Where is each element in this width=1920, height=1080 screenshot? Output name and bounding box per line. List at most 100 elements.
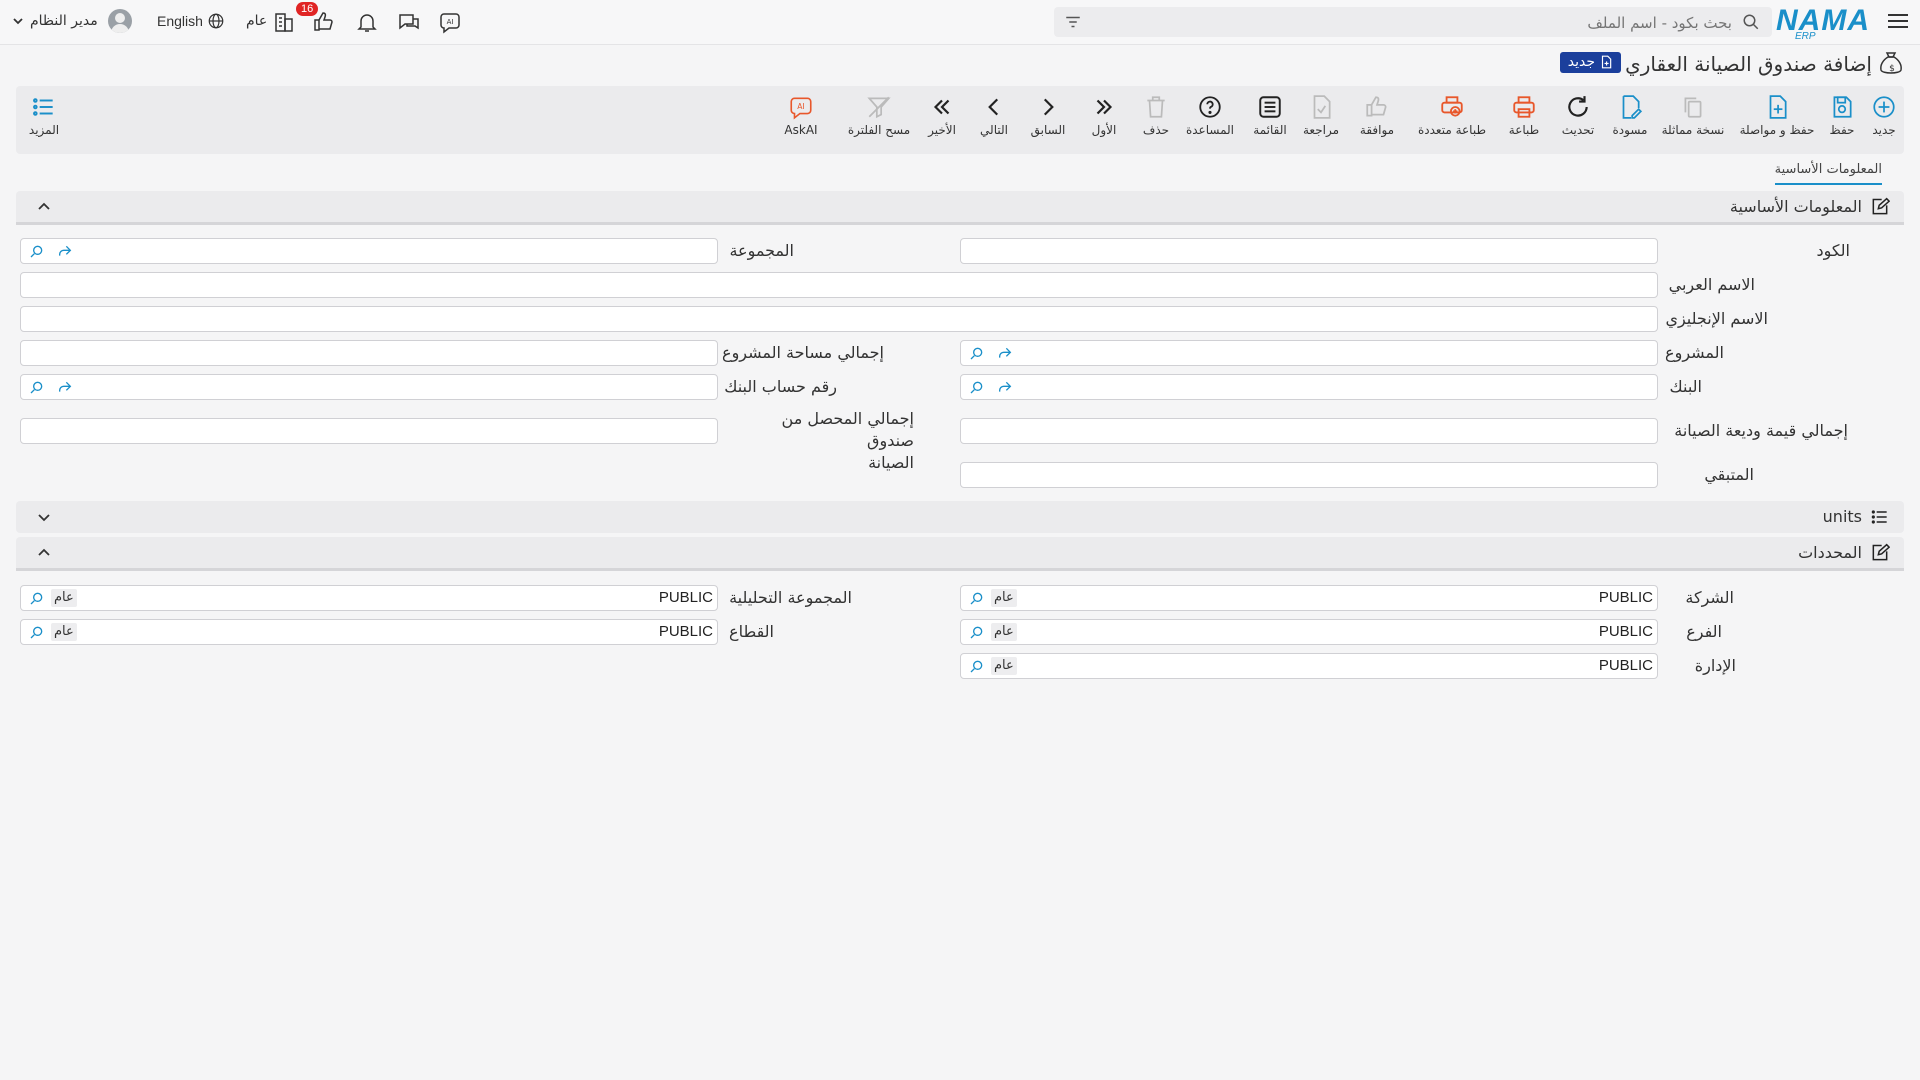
- company-label: الشركة: [1685, 588, 1734, 607]
- branch-field[interactable]: PUBLIC عام: [960, 619, 1658, 645]
- tab-basic-info[interactable]: المعلومات الأساسية: [1774, 162, 1882, 185]
- english-name-field[interactable]: [20, 306, 1658, 332]
- sector-field[interactable]: PUBLIC عام: [20, 619, 718, 645]
- clear-filter-button[interactable]: مسح الفلترة: [844, 94, 914, 150]
- review-label: مراجعة: [1302, 123, 1340, 137]
- lookup-search-icon[interactable]: [29, 590, 45, 606]
- lookup-search-icon[interactable]: [29, 379, 45, 395]
- total-collected-input[interactable]: [21, 419, 717, 443]
- first-record-button[interactable]: الأول: [1086, 94, 1122, 150]
- chevron-up-icon[interactable]: [36, 545, 52, 561]
- company-field[interactable]: PUBLIC عام: [960, 585, 1658, 611]
- app-logo[interactable]: NAMA ERP: [1776, 4, 1870, 42]
- multi-print-label: طباعة متعددة: [1417, 123, 1486, 137]
- ask-ai-button[interactable]: AI AskAI: [776, 94, 826, 150]
- save-continue-button[interactable]: حفظ و مواصلة: [1734, 94, 1820, 150]
- review-button[interactable]: مراجعة: [1300, 94, 1342, 150]
- english-name-input[interactable]: [21, 307, 1657, 331]
- lookup-search-icon[interactable]: [29, 243, 45, 259]
- chevron-right-icon: [1043, 98, 1054, 116]
- list-icon: [1871, 510, 1887, 524]
- arabic-name-field[interactable]: [20, 272, 1658, 298]
- code-field[interactable]: [960, 238, 1658, 264]
- search-icon[interactable]: [1742, 13, 1760, 31]
- multi-printer-icon: [1441, 96, 1463, 117]
- branch-public-tag: عام: [991, 623, 1017, 641]
- remaining-field[interactable]: [960, 462, 1658, 488]
- filter-icon[interactable]: [1064, 13, 1082, 31]
- user-name[interactable]: مدير النظام: [30, 13, 98, 29]
- total-collected-label-line2: الصيانة: [868, 453, 914, 472]
- total-collected-field[interactable]: [20, 418, 718, 444]
- refresh-button[interactable]: تحديث: [1558, 94, 1598, 150]
- project-field[interactable]: [960, 340, 1658, 366]
- code-input[interactable]: [961, 239, 1657, 263]
- chevron-up-icon[interactable]: [36, 199, 52, 215]
- list-button[interactable]: القائمة: [1250, 94, 1290, 150]
- analytic-group-public-tag: عام: [51, 589, 77, 607]
- total-area-field[interactable]: [20, 340, 718, 366]
- multi-print-button[interactable]: طباعة متعددة: [1412, 94, 1492, 150]
- search-input[interactable]: [1110, 11, 1734, 35]
- last-label: الأخير: [928, 123, 956, 137]
- language-switch[interactable]: English: [157, 13, 203, 29]
- print-button[interactable]: طباعة: [1504, 94, 1544, 150]
- duplicate-label: نسخة مماثلة: [1661, 123, 1725, 137]
- analytic-group-field[interactable]: PUBLIC عام: [20, 585, 718, 611]
- remaining-input[interactable]: [961, 463, 1657, 487]
- maintenance-deposit-label: إجمالي قيمة وديعة الصيانة: [1674, 421, 1848, 440]
- new-button-label: جديد: [1872, 123, 1896, 137]
- chevron-left-icon: [988, 98, 999, 116]
- page-title: إضافة صندوق الصيانة العقاري: [1625, 52, 1872, 76]
- save-button[interactable]: حفظ: [1820, 94, 1864, 150]
- lookup-search-icon[interactable]: [969, 379, 985, 395]
- group-field[interactable]: [20, 238, 718, 264]
- top-header: NAMA ERP AI 16 عام English مدير النظام: [0, 0, 1920, 45]
- approve-button[interactable]: موافقة: [1354, 94, 1400, 150]
- globe-icon[interactable]: [207, 12, 225, 30]
- open-link-icon[interactable]: [57, 379, 73, 395]
- delete-button[interactable]: حذف: [1138, 94, 1174, 150]
- more-button[interactable]: المزيد: [26, 94, 62, 150]
- duplicate-button[interactable]: نسخة مماثلة: [1658, 94, 1728, 150]
- open-link-icon[interactable]: [57, 243, 73, 259]
- bank-field[interactable]: [960, 374, 1658, 400]
- next-record-button[interactable]: التالي: [974, 94, 1014, 150]
- new-button[interactable]: جديد: [1864, 94, 1904, 150]
- dimensions-section-header[interactable]: المحددات: [16, 537, 1904, 569]
- open-link-icon[interactable]: [997, 345, 1013, 361]
- ai-assistant-icon[interactable]: AI: [438, 10, 462, 34]
- help-label: المساعدة: [1185, 123, 1235, 137]
- remaining-label: المتبقي: [1704, 465, 1754, 484]
- ask-ai-label: AskAI: [784, 123, 818, 137]
- menu-icon[interactable]: [1886, 10, 1908, 32]
- lookup-search-icon[interactable]: [969, 590, 985, 606]
- help-icon: [1199, 96, 1221, 118]
- units-section-title: units: [1822, 507, 1862, 526]
- open-link-icon[interactable]: [997, 379, 1013, 395]
- thumbs-up-icon: [1366, 96, 1387, 117]
- bank-account-field[interactable]: [20, 374, 718, 400]
- user-avatar[interactable]: [108, 9, 132, 33]
- lookup-search-icon[interactable]: [969, 658, 985, 674]
- bell-icon[interactable]: [355, 10, 379, 34]
- last-record-button[interactable]: الأخير: [922, 94, 962, 150]
- department-field[interactable]: PUBLIC عام: [960, 653, 1658, 679]
- arabic-name-input[interactable]: [21, 273, 1657, 297]
- public-label[interactable]: عام: [246, 13, 267, 29]
- lookup-search-icon[interactable]: [29, 624, 45, 640]
- maintenance-deposit-field[interactable]: [960, 418, 1658, 444]
- chevron-down-icon[interactable]: [36, 509, 52, 525]
- basic-info-section-header[interactable]: المعلومات الأساسية: [16, 191, 1904, 223]
- help-button[interactable]: المساعدة: [1184, 94, 1236, 150]
- units-section-header[interactable]: units: [16, 501, 1904, 533]
- lookup-search-icon[interactable]: [969, 345, 985, 361]
- maintenance-deposit-input[interactable]: [961, 419, 1657, 443]
- draft-button[interactable]: مسودة: [1608, 94, 1652, 150]
- company-icon[interactable]: [272, 10, 296, 34]
- total-area-input[interactable]: [21, 341, 717, 365]
- previous-record-button[interactable]: السابق: [1028, 94, 1068, 150]
- lookup-search-icon[interactable]: [969, 624, 985, 640]
- chat-icon[interactable]: [397, 10, 421, 34]
- chevron-down-icon[interactable]: [12, 16, 24, 26]
